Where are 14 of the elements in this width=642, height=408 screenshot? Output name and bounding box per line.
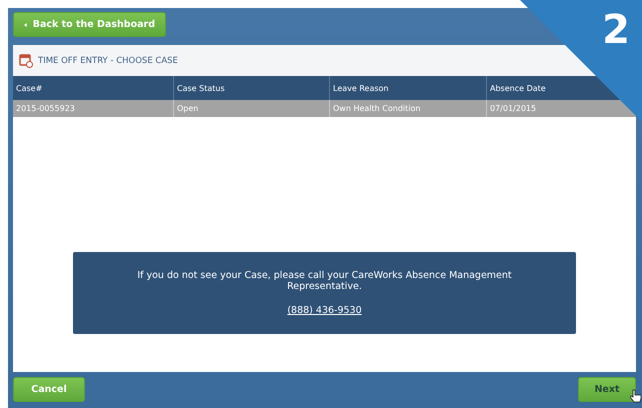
column-header: Case# — [15, 82, 44, 94]
back-button[interactable]: Back to the Dashboard — [13, 12, 166, 37]
panel-title: TIME OFF ENTRY - CHOOSE CASE — [38, 56, 178, 66]
table-cell: Own Health Condition — [329, 100, 486, 117]
cancel-button[interactable]: Cancel — [13, 377, 85, 402]
table-row[interactable]: 2015-0055923 Open Own Health Condition 07/01/2015 — [13, 100, 636, 117]
table-cell: Open — [173, 100, 329, 117]
step-number: 2 — [602, 10, 630, 50]
hand-cursor-icon — [630, 389, 641, 403]
notice-text: If you do not see your Case, please call your CareWorks Absence Management Representative. — [136, 270, 513, 292]
phone-link[interactable]: (888) 436-9530 — [287, 305, 362, 316]
caret-left-icon — [24, 22, 27, 28]
calendar-icon — [19, 53, 33, 68]
table-cell-text: 2015-0055923 — [15, 103, 76, 115]
